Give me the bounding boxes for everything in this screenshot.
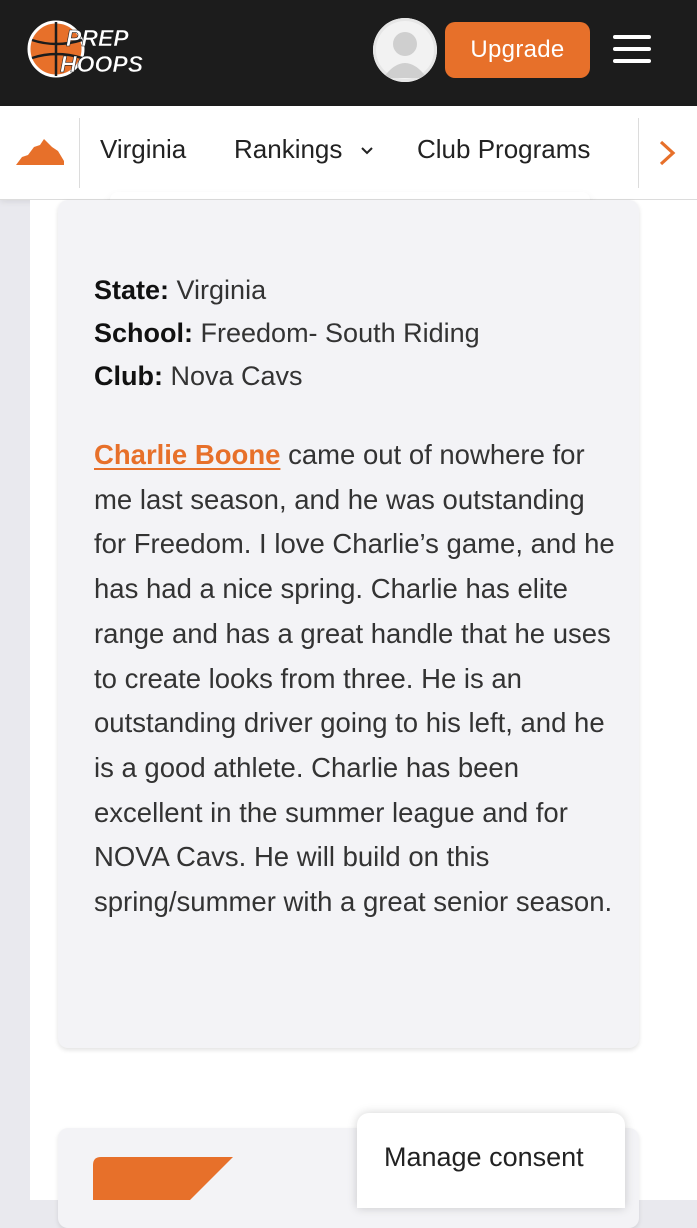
school-info: School: Freedom- South Riding <box>94 318 480 349</box>
subnav-divider <box>79 118 80 188</box>
chevron-down-icon <box>360 147 373 155</box>
school-label: School: <box>94 318 193 348</box>
subnav-item-rankings-label: Rankings <box>234 134 343 164</box>
player-name-link[interactable]: Charlie Boone <box>94 439 280 470</box>
player-bio: Charlie Boone came out of nowhere for me… <box>94 433 619 925</box>
virginia-state-icon <box>16 139 64 165</box>
subnav-divider <box>638 118 639 188</box>
club-info: Club: Nova Cavs <box>94 361 303 392</box>
subnav-item-rankings[interactable]: Rankings <box>234 134 374 165</box>
state-label: State: <box>94 275 170 305</box>
club-value: Nova Cavs <box>170 361 303 391</box>
state-info: State: Virginia <box>94 275 266 306</box>
subnav-item-virginia[interactable]: Virginia <box>100 134 186 165</box>
prep-hoops-logo[interactable]: PREP HOOPS <box>26 18 168 80</box>
card-banner-graphic <box>93 1157 233 1200</box>
upgrade-button[interactable]: Upgrade <box>445 22 590 78</box>
club-label: Club: <box>94 361 163 391</box>
top-header: PREP HOOPS Upgrade <box>0 0 697 106</box>
bio-text: came out of nowhere for me last season, … <box>94 439 615 918</box>
subnav-item-club-programs[interactable]: Club Programs <box>417 134 590 165</box>
manage-consent-label[interactable]: Manage consent <box>384 1142 584 1173</box>
state-value: Virginia <box>176 275 267 305</box>
hamburger-menu-icon[interactable] <box>613 33 651 65</box>
logo-text-prep: PREP <box>66 25 129 51</box>
chevron-right-icon[interactable] <box>655 139 679 167</box>
logo-text-hoops: HOOPS <box>60 51 144 77</box>
user-avatar[interactable] <box>373 18 437 82</box>
user-icon <box>383 32 427 78</box>
school-value: Freedom- South Riding <box>200 318 480 348</box>
